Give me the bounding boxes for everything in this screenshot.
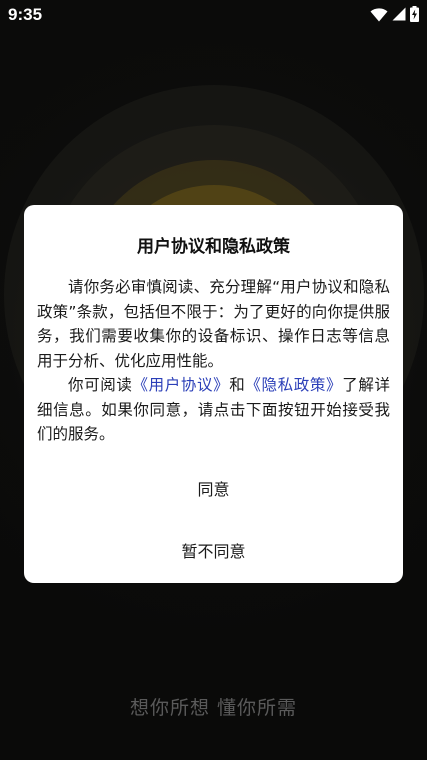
para2-and: 和 bbox=[229, 376, 246, 394]
status-bar: 9:35 bbox=[0, 0, 427, 30]
disagree-button[interactable]: 暂不同意 bbox=[24, 530, 403, 570]
slogan-text: 想你所想 懂你所需 bbox=[129, 697, 298, 719]
wifi-icon bbox=[370, 7, 388, 21]
status-icons bbox=[370, 6, 419, 22]
dialog-body: 请你务必审慎阅读、充分理解“用户协议和隐私政策”条款，包括但不限于：为了更好的向… bbox=[37, 275, 390, 447]
status-time: 9:35 bbox=[8, 5, 43, 24]
consent-paragraph-2: 你可阅读《用户协议》和《隐私政策》了解详细信息。如果你同意，请点击下面按钮开始接… bbox=[37, 373, 390, 447]
battery-charging-icon bbox=[410, 6, 419, 22]
signal-icon bbox=[392, 7, 406, 21]
dialog-title: 用户协议和隐私政策 bbox=[137, 237, 290, 257]
agree-button[interactable]: 同意 bbox=[24, 468, 403, 508]
user-agreement-link[interactable]: 《用户协议》 bbox=[133, 376, 230, 394]
privacy-policy-link[interactable]: 《隐私政策》 bbox=[245, 376, 342, 394]
privacy-consent-dialog: 用户协议和隐私政策 请你务必审慎阅读、充分理解“用户协议和隐私政策”条款，包括但… bbox=[24, 205, 403, 583]
para2-prefix: 你可阅读 bbox=[68, 376, 133, 394]
consent-paragraph-1: 请你务必审慎阅读、充分理解“用户协议和隐私政策”条款，包括但不限于：为了更好的向… bbox=[37, 278, 390, 370]
